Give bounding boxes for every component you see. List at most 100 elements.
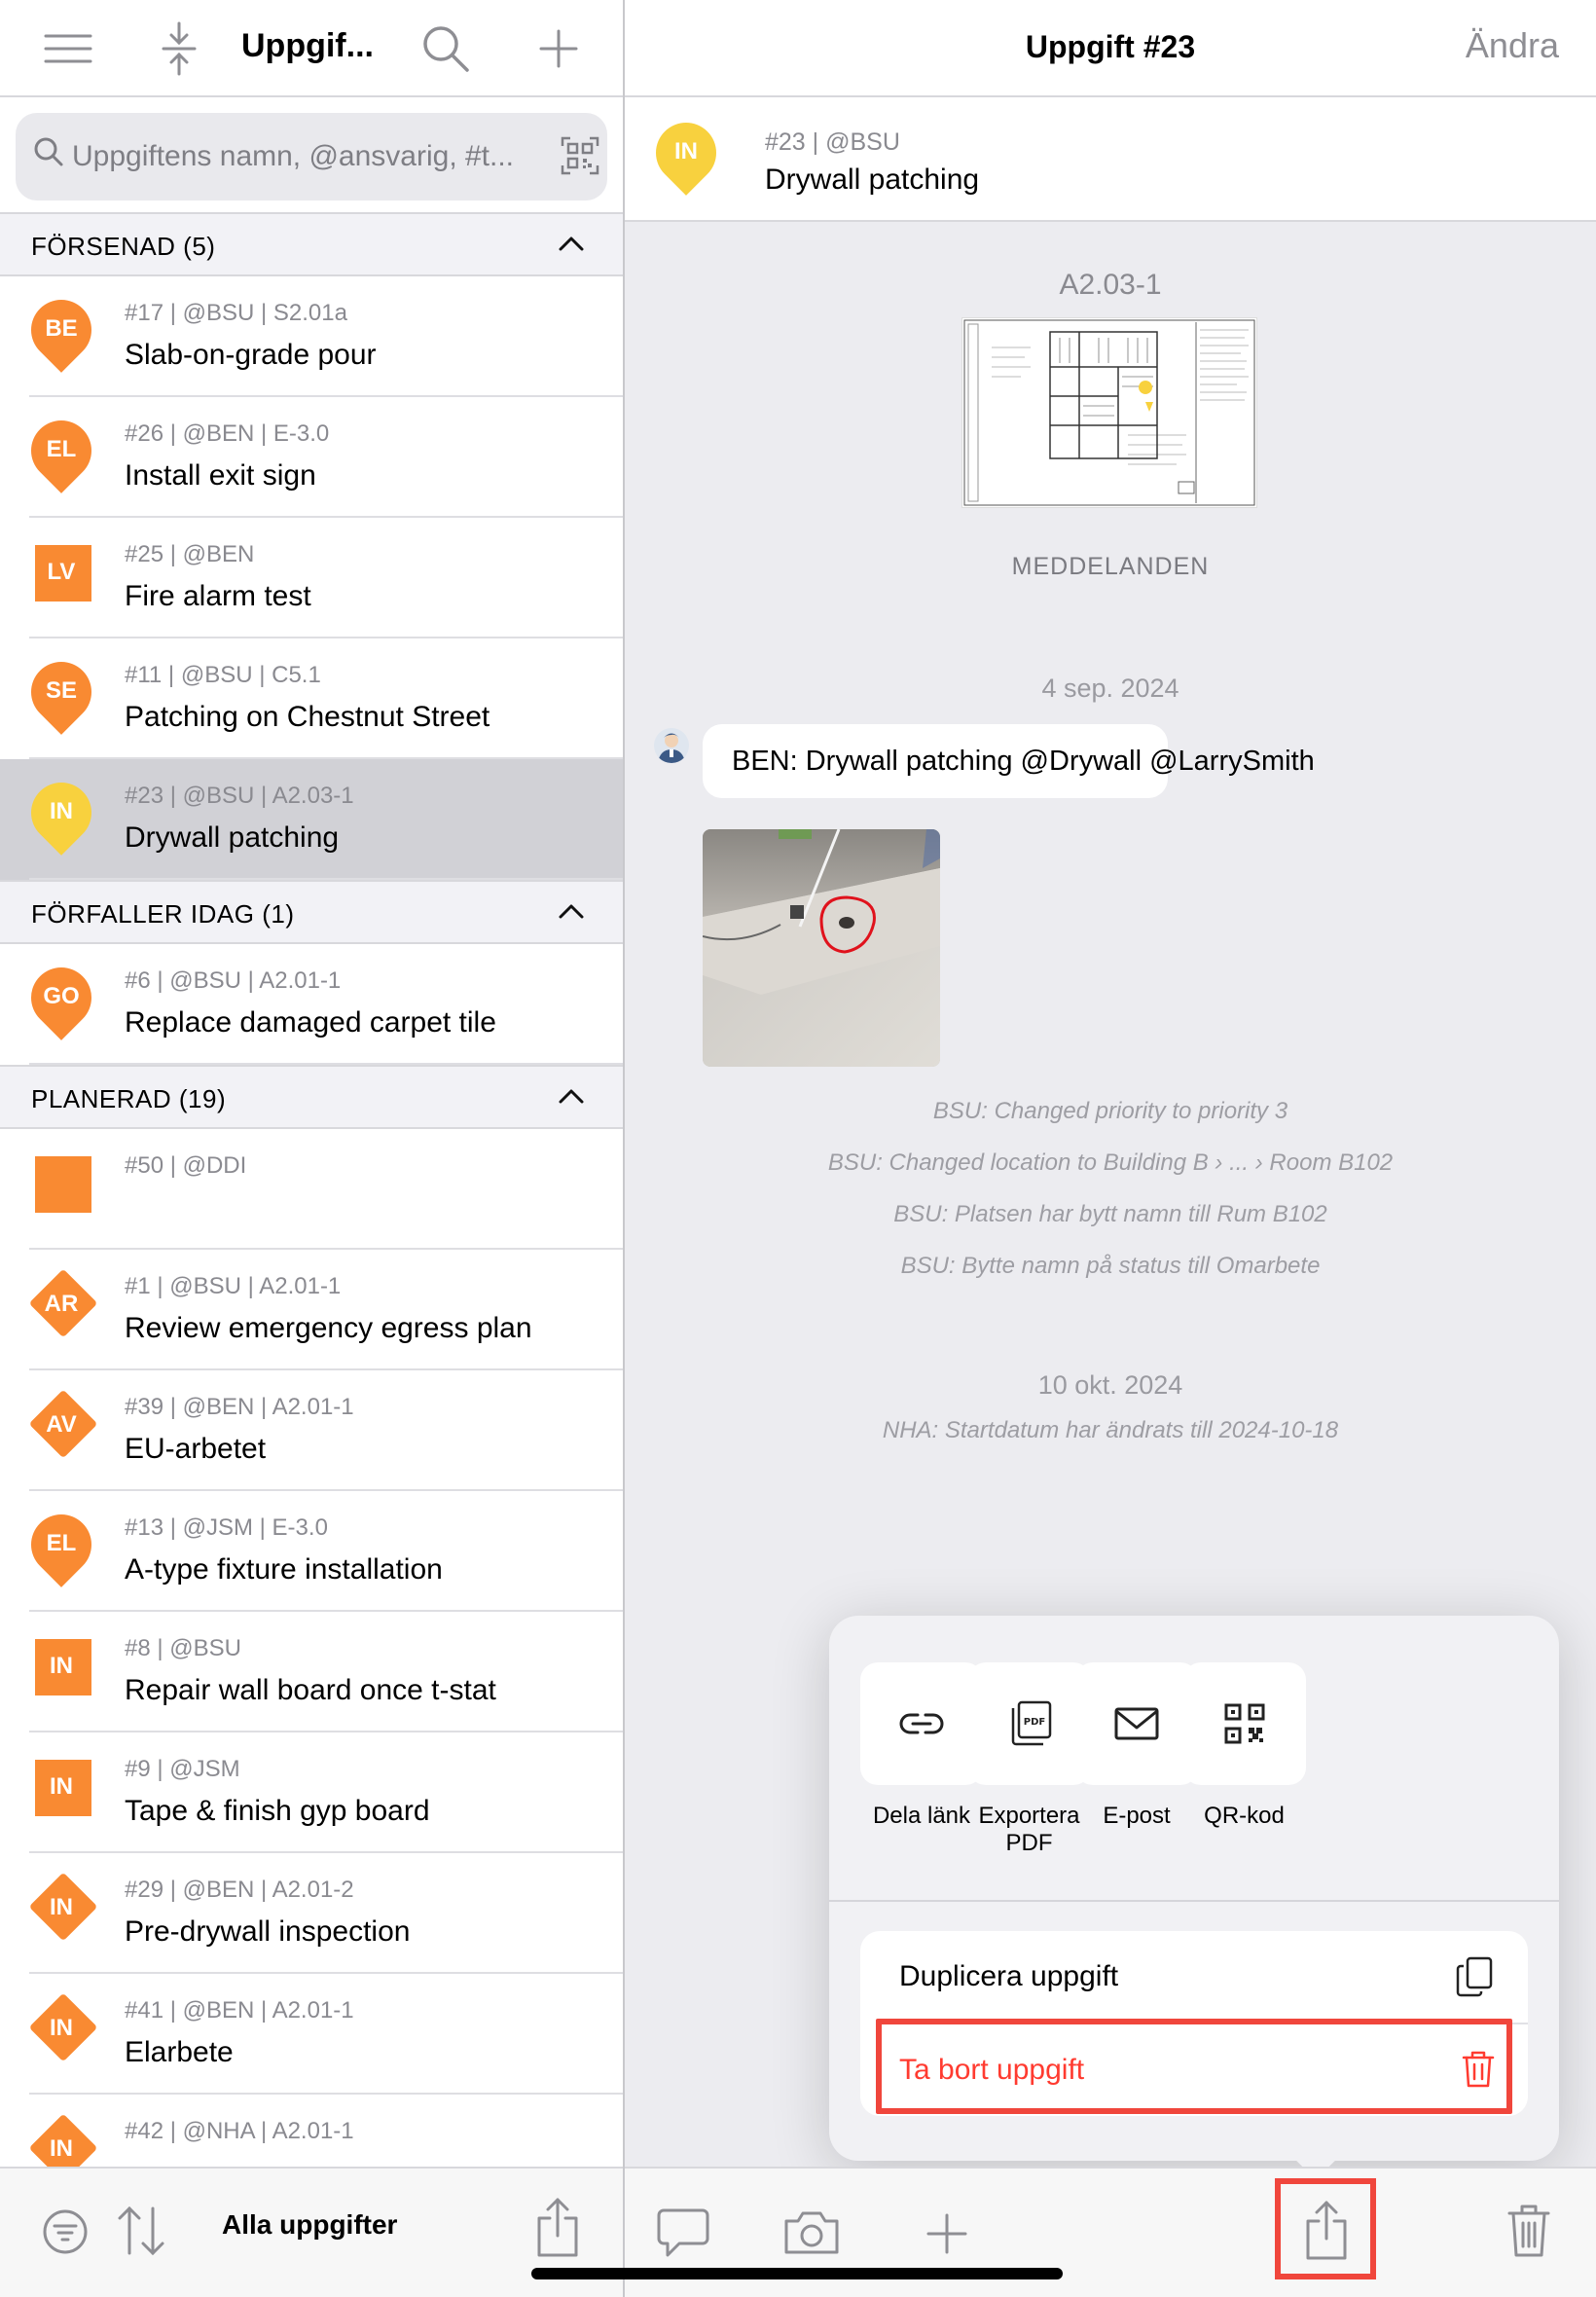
qr-code-icon <box>1182 1662 1306 1785</box>
camera-icon[interactable] <box>780 2206 843 2260</box>
share-list-icon[interactable] <box>533 2196 582 2258</box>
task-status-marker: GO <box>18 955 104 1045</box>
message-bubble[interactable]: BEN: Drywall patching @Drywall @LarrySmi… <box>703 724 1315 798</box>
marker-code: LV <box>47 559 76 585</box>
marker-code: AR <box>44 1291 79 1317</box>
task-header: IN #23 | @BSU Drywall patching <box>625 97 1596 222</box>
drawing-thumbnail[interactable] <box>961 317 1257 508</box>
filter-icon[interactable] <box>41 2207 90 2256</box>
task-status-marker: IN <box>18 770 104 860</box>
activity-log-line: BSU: Platsen har bytt namn till Rum B102 <box>893 1201 1327 1227</box>
delete-icon[interactable] <box>1505 2202 1553 2260</box>
all-tasks-label[interactable]: Alla uppgifter <box>222 2209 397 2241</box>
task-status-marker: BE <box>18 287 104 378</box>
share-popover: Dela länk PDF Exportera PDF E-post QR-kod Du… <box>829 1616 1559 2161</box>
marker-code: SE <box>45 677 77 704</box>
message-text: BEN: Drywall patching @Drywall @LarrySmi… <box>732 746 1315 777</box>
qr-scan-icon[interactable] <box>561 136 599 175</box>
task-row[interactable]: #50 | @DDI <box>0 1129 623 1250</box>
search-input[interactable]: Uppgiftens namn, @ansvarig, #t... <box>72 140 547 173</box>
activity-log-line: NHA: Startdatum har ändrats till 2024-10… <box>882 1417 1339 1443</box>
activity-log-line: BSU: Bytte namn på status till Omarbete <box>900 1253 1321 1279</box>
marker-code: IN <box>674 138 698 164</box>
marker-code: EL <box>46 1530 77 1556</box>
task-row[interactable]: SE #11 | @BSU | C5.1 Patching on Chestnut … <box>0 638 623 759</box>
task-name: Drywall patching <box>765 164 980 196</box>
section-header[interactable]: FÖRFALLER IDAG (1) <box>0 880 623 944</box>
sheet-label: A2.03-1 <box>1059 269 1162 301</box>
duplicate-task-button[interactable]: Duplicera uppgift <box>860 1931 1528 2023</box>
task-meta: #11 | @BSU | C5.1 <box>125 662 321 688</box>
task-row[interactable]: IN #29 | @BEN | A2.01-2 Pre-drywall inspec… <box>0 1853 623 1974</box>
task-meta: #1 | @BSU | A2.01-1 <box>125 1273 342 1299</box>
home-indicator <box>531 2268 1063 2279</box>
comment-icon[interactable] <box>654 2204 712 2262</box>
copy-icon <box>1456 1956 1495 2002</box>
task-status-marker: AR <box>27 1268 98 1351</box>
activity-log-line: BSU: Changed priority to priority 3 <box>932 1098 1288 1124</box>
task-meta: #25 | @BEN <box>125 541 255 567</box>
message-photo[interactable] <box>703 829 940 1067</box>
task-row[interactable]: BE #17 | @BSU | S2.01a Slab-on-grade pour <box>0 276 623 397</box>
task-name: Tape & finish gyp board <box>125 1795 430 1827</box>
marker-code: IN <box>50 1894 73 1920</box>
task-row[interactable]: AR #1 | @BSU | A2.01-1 Review emergency eg… <box>0 1250 623 1370</box>
task-status-marker: SE <box>18 649 104 740</box>
link-icon <box>860 1662 983 1785</box>
detail-title: Uppgift #23 <box>1025 29 1196 64</box>
task-row[interactable]: EL #26 | @BEN | E-3.0 Install exit sign <box>0 397 623 518</box>
share-option-link[interactable]: Dela länk <box>860 1662 983 1830</box>
task-meta: #23 | @BSU <box>765 128 900 156</box>
task-row[interactable]: IN #23 | @BSU | A2.03-1 Drywall patching <box>0 759 623 880</box>
task-status-marker: EL <box>18 1502 104 1592</box>
search-field[interactable]: Uppgiftens namn, @ansvarig, #t... <box>16 113 607 201</box>
task-row[interactable]: LV #25 | @BEN Fire alarm test <box>0 518 623 638</box>
share-option-label: Exportera PDF <box>978 1803 1080 1856</box>
section-header[interactable]: FÖRSENAD (5) <box>0 212 623 276</box>
task-name: Review emergency egress plan <box>125 1312 532 1344</box>
task-status-marker <box>27 1152 97 1230</box>
add-task-icon[interactable] <box>535 25 582 72</box>
task-status-marker: IN <box>27 1872 98 1954</box>
task-meta: #8 | @BSU <box>125 1635 241 1661</box>
task-row[interactable]: IN #41 | @BEN | A2.01-1 Elarbete <box>0 1974 623 2095</box>
task-meta: #9 | @JSM <box>125 1756 240 1782</box>
user-avatar <box>654 728 689 763</box>
task-meta: #13 | @JSM | E-3.0 <box>125 1514 328 1541</box>
share-highlight-box <box>1275 2178 1376 2279</box>
section-title: PLANERAD (19) <box>31 1084 227 1113</box>
share-option-pdf[interactable]: PDF Exportera PDF <box>967 1662 1091 1857</box>
share-option-label: E-post <box>1103 1803 1171 1829</box>
section-title: FÖRFALLER IDAG (1) <box>31 899 295 929</box>
task-row[interactable]: IN #8 | @BSU Repair wall board once t-stat <box>0 1612 623 1732</box>
collapse-icon[interactable] <box>160 21 199 76</box>
hamburger-menu-icon[interactable] <box>43 29 93 68</box>
task-row[interactable]: GO #6 | @BSU | A2.01-1 Replace damaged car… <box>0 944 623 1065</box>
message-date-2: 10 okt. 2024 <box>1037 1370 1183 1400</box>
task-name: Repair wall board once t-stat <box>125 1674 496 1706</box>
task-row[interactable]: IN #9 | @JSM Tape & finish gyp board <box>0 1732 623 1853</box>
task-row[interactable]: EL #13 | @JSM | E-3.0 A-type fixture insta… <box>0 1491 623 1612</box>
search-icon[interactable] <box>420 23 471 74</box>
task-name: Patching on Chestnut Street <box>125 701 490 733</box>
task-name: A-type fixture installation <box>125 1553 443 1586</box>
share-option-mail[interactable]: E-post <box>1075 1662 1198 1830</box>
task-name: Install exit sign <box>125 459 316 492</box>
edit-button[interactable]: Ändra <box>1466 25 1559 66</box>
task-name: Elarbete <box>125 2036 234 2068</box>
messages-heading: MEDDELANDEN <box>1011 553 1210 580</box>
task-row[interactable]: AV #39 | @BEN | A2.01-1 EU-arbetet <box>0 1370 623 1491</box>
svg-text:PDF: PDF <box>1023 1717 1044 1728</box>
share-option-qr-code[interactable]: QR-kod <box>1182 1662 1306 1830</box>
task-meta: #23 | @BSU | A2.03-1 <box>125 783 354 809</box>
task-detail-pane: Uppgift #23 Ändra IN #23 | @BSU Drywall … <box>625 0 1596 2297</box>
marker-code: IN <box>50 2135 73 2162</box>
add-icon[interactable] <box>923 2209 971 2258</box>
section-header[interactable]: PLANERAD (19) <box>0 1065 623 1129</box>
task-meta: #6 | @BSU | A2.01-1 <box>125 967 342 994</box>
sort-icon[interactable] <box>115 2204 167 2258</box>
task-status-marker: IN <box>27 1635 97 1713</box>
marker-square-shape <box>35 1156 91 1213</box>
share-option-label: Dela länk <box>872 1803 971 1829</box>
share-option-label: QR-kod <box>1204 1803 1285 1829</box>
